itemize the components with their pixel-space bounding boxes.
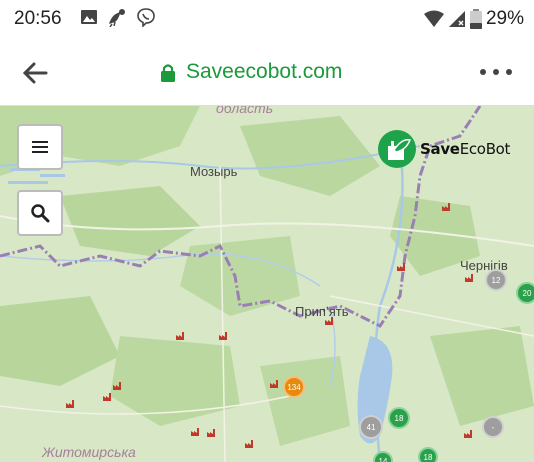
viber-icon (137, 8, 155, 27)
cluster-marker[interactable]: - (482, 416, 504, 438)
map-menu-button[interactable] (17, 124, 63, 170)
factory-marker-icon[interactable] (176, 332, 186, 340)
more-dots-icon[interactable] (478, 60, 514, 84)
lock-icon (161, 63, 175, 82)
browser-toolbar: Saveecobot.com (0, 40, 534, 106)
address-bar[interactable]: Saveecobot.com (160, 60, 342, 84)
saveecobot-logo[interactable]: SaveEcoBot (378, 130, 510, 168)
cluster-marker[interactable]: 18 (388, 407, 410, 429)
cluster-marker[interactable]: 12 (485, 269, 507, 291)
factory-marker-icon[interactable] (245, 440, 255, 448)
logo-text: SaveEcoBot (420, 140, 511, 158)
signal-icon (448, 11, 465, 27)
region-label: область (216, 106, 274, 116)
factory-marker-icon[interactable] (464, 430, 474, 438)
map-search-button[interactable] (17, 190, 63, 236)
battery-percent: 29% (485, 8, 524, 29)
factory-marker-icon[interactable] (191, 428, 201, 436)
search-icon (31, 204, 50, 223)
factory-marker-icon[interactable] (66, 400, 76, 408)
city-label-pripyat: Припʼять (295, 304, 349, 319)
factory-marker-icon[interactable] (397, 263, 407, 271)
back-arrow-icon[interactable] (20, 58, 50, 88)
factory-marker-icon[interactable] (103, 393, 113, 401)
status-bar: 20:56 29% (0, 0, 534, 40)
factory-marker-icon[interactable] (113, 382, 123, 390)
url-text: Saveecobot.com (186, 60, 343, 83)
cluster-marker[interactable]: 41 (359, 415, 383, 439)
notification-icons (80, 7, 156, 27)
status-time: 20:56 (14, 8, 62, 29)
battery-icon (469, 9, 482, 29)
city-label-mozyr: Мозырь (190, 164, 238, 179)
hamburger-icon (32, 141, 48, 153)
bird-icon (109, 9, 125, 27)
factory-marker-icon[interactable] (442, 203, 452, 211)
saveecobot-logo-icon (378, 130, 416, 168)
region-label-zhytomyr: Житомирська (42, 444, 136, 460)
cluster-marker[interactable]: 134 (283, 376, 305, 398)
status-right: 29% (423, 8, 524, 30)
image-icon (81, 10, 97, 24)
cluster-marker[interactable]: 18 (418, 447, 438, 462)
factory-marker-icon[interactable] (207, 429, 217, 437)
factory-marker-icon[interactable] (465, 274, 475, 282)
factory-marker-icon[interactable] (219, 332, 229, 340)
wifi-icon (423, 10, 444, 27)
factory-marker-icon[interactable] (270, 380, 280, 388)
cluster-marker[interactable]: 20 (516, 282, 534, 304)
map-view[interactable]: область Мозырь Припʼять Чернігів Житомир… (0, 106, 534, 462)
factory-marker-icon[interactable] (325, 317, 335, 325)
